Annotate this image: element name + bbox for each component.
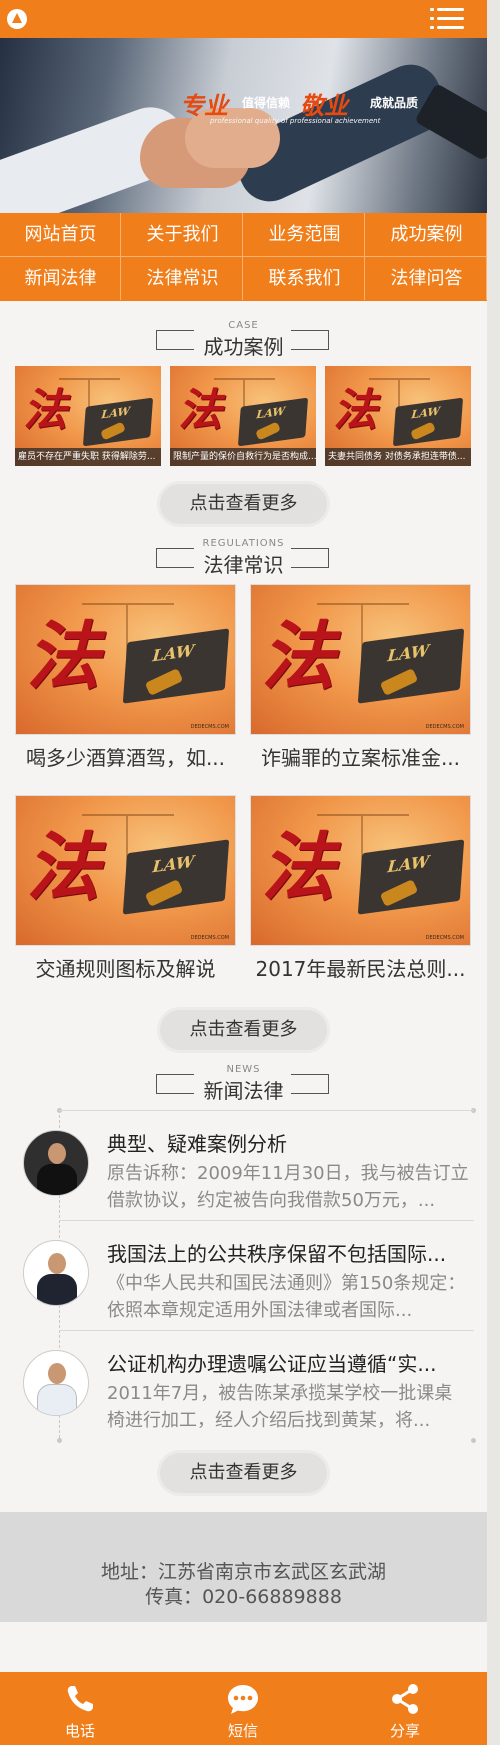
top-bar xyxy=(0,0,487,38)
cases-heading-en: CASE xyxy=(228,320,259,331)
news-heading: NEWS 新闻法律 xyxy=(0,1064,487,1106)
news-more-button[interactable]: 点击查看更多 xyxy=(160,1453,327,1493)
case-caption: 夫妻共同债务 对债务承担连带债... xyxy=(325,448,471,466)
bottom-phone-button[interactable]: 电话 xyxy=(20,1672,140,1745)
nav-item-qa[interactable]: 法律问答 xyxy=(366,257,487,300)
bottom-phone-label: 电话 xyxy=(64,1722,95,1740)
regulation-title: 交通规则图标及解说 xyxy=(35,957,216,981)
hamburger-menu-icon[interactable] xyxy=(430,6,464,32)
news-desc: 原告诉称：2009年11月30日，我与被告订立借款协议，约定被告向我借款50万元… xyxy=(107,1163,469,1211)
news-item[interactable]: 我国法上的公共秩序保留不包括国际... 《中华人民共和国民法通则》第150条规定… xyxy=(0,1220,487,1330)
regulation-title: 2017年最新民法总则... xyxy=(255,957,466,981)
bottom-message-button[interactable]: 短信 xyxy=(183,1672,303,1745)
cases-more-button[interactable]: 点击查看更多 xyxy=(160,484,327,524)
case-caption: 雇员不存在严重失职 获得解除劳... xyxy=(15,448,161,466)
case-card[interactable]: 法 LAW 雇员不存在严重失职 获得解除劳... xyxy=(15,366,161,466)
case-card[interactable]: 法 LAW 限制产量的保价自救行为是否构成... xyxy=(170,366,316,466)
regulations-more-button[interactable]: 点击查看更多 xyxy=(160,1010,327,1050)
banner-slogan: 专业 值得信赖 敬业 成就品质 professional quality of … xyxy=(180,86,440,141)
nav-item-business[interactable]: 业务范围 xyxy=(244,213,365,256)
bottom-share-label: 分享 xyxy=(389,1722,420,1740)
image-watermark: DEDECMS.COM xyxy=(425,935,464,941)
banner-image[interactable]: 专业 值得信赖 敬业 成就品质 professional quality of … xyxy=(0,38,487,213)
phone-icon xyxy=(67,1686,93,1712)
nav-item-contact[interactable]: 联系我们 xyxy=(244,257,365,300)
banner-slogan-sub: professional quality of professional ach… xyxy=(210,117,381,125)
regulation-image: 法 LAW DEDECMS.COM xyxy=(250,584,471,735)
news-heading-en: NEWS xyxy=(226,1064,261,1075)
regulations-heading-en: REGULATIONS xyxy=(202,538,285,549)
news-item[interactable]: 典型、疑难案例分析 原告诉称：2009年11月30日，我与被告订立借款协议，约定… xyxy=(0,1110,487,1220)
news-desc: 《中华人民共和国民法通则》第150条规定：依照本章规定适用外国法律或者国际... xyxy=(107,1273,466,1321)
regulation-image: 法 LAW DEDECMS.COM xyxy=(250,795,471,946)
news-title: 我国法上的公共秩序保留不包括国际... xyxy=(107,1242,447,1266)
image-watermark: DEDECMS.COM xyxy=(425,724,464,730)
cases-heading: CASE 成功案例 xyxy=(0,320,487,362)
news-avatar xyxy=(23,1240,89,1306)
nav-item-regulations[interactable]: 法律常识 xyxy=(122,257,243,300)
regulations-heading-title: 法律常识 xyxy=(203,553,284,577)
footer-fax: 传真：020-66889888 xyxy=(145,1586,342,1608)
news-title: 典型、疑难案例分析 xyxy=(107,1132,287,1156)
page: 专业 值得信赖 敬业 成就品质 professional quality of … xyxy=(0,0,487,1745)
news-item[interactable]: 公证机构办理遗嘱公证应当遵循“实... 2011年7月，被告陈某承揽某学校一批课… xyxy=(0,1330,487,1440)
banner-slogan-small-2: 成就品质 xyxy=(370,96,419,110)
bottom-share-button[interactable]: 分享 xyxy=(345,1672,465,1745)
case-caption: 限制产量的保价自救行为是否构成... xyxy=(170,448,316,466)
banner-slogan-big-2: 敬业 xyxy=(300,91,348,120)
nav-item-cases[interactable]: 成功案例 xyxy=(366,213,487,256)
logo-icon[interactable] xyxy=(7,9,27,29)
cases-heading-title: 成功案例 xyxy=(203,335,284,359)
footer-info: 地址：江苏省南京市玄武区玄武湖 传真：020-66889888 xyxy=(0,1512,487,1622)
news-desc: 2011年7月，被告陈某承揽某学校一批课桌椅进行加工，经人介绍后找到黄某，将..… xyxy=(107,1383,453,1431)
nav-item-news[interactable]: 新闻法律 xyxy=(0,257,121,300)
nav-item-about[interactable]: 关于我们 xyxy=(122,213,243,256)
bottom-message-label: 短信 xyxy=(227,1722,258,1740)
nav-item-home[interactable]: 网站首页 xyxy=(0,213,121,256)
regulations-heading: REGULATIONS 法律常识 xyxy=(0,538,487,580)
message-icon xyxy=(228,1685,258,1714)
news-avatar xyxy=(23,1130,89,1196)
regulation-image: 法 LAW DEDECMS.COM xyxy=(15,584,236,735)
news-title: 公证机构办理遗嘱公证应当遵循“实... xyxy=(107,1352,437,1376)
image-watermark: DEDECMS.COM xyxy=(190,935,229,941)
regulation-image: 法 LAW DEDECMS.COM xyxy=(15,795,236,946)
regulation-title: 诈骗罪的立案标准金... xyxy=(260,746,461,770)
news-avatar xyxy=(23,1350,89,1416)
vertical-scrollbar[interactable] xyxy=(487,0,500,1745)
footer-address: 地址：江苏省南京市玄武区玄武湖 xyxy=(100,1561,386,1583)
banner-slogan-big-1: 专业 xyxy=(180,91,228,120)
case-card[interactable]: 法 LAW 夫妻共同债务 对债务承担连带债... xyxy=(325,366,471,466)
image-watermark: DEDECMS.COM xyxy=(190,724,229,730)
news-heading-title: 新闻法律 xyxy=(203,1079,284,1103)
regulation-title: 喝多少酒算酒驾，如... xyxy=(25,746,226,770)
banner-slogan-small-1: 值得信赖 xyxy=(242,96,291,110)
bottom-bar: 电话 短信 分享 xyxy=(0,1672,487,1745)
main-nav: 网站首页 关于我们 业务范围 成功案例 新闻法律 法律常识 联系我们 法律问答 xyxy=(0,213,487,301)
share-icon xyxy=(392,1684,418,1714)
